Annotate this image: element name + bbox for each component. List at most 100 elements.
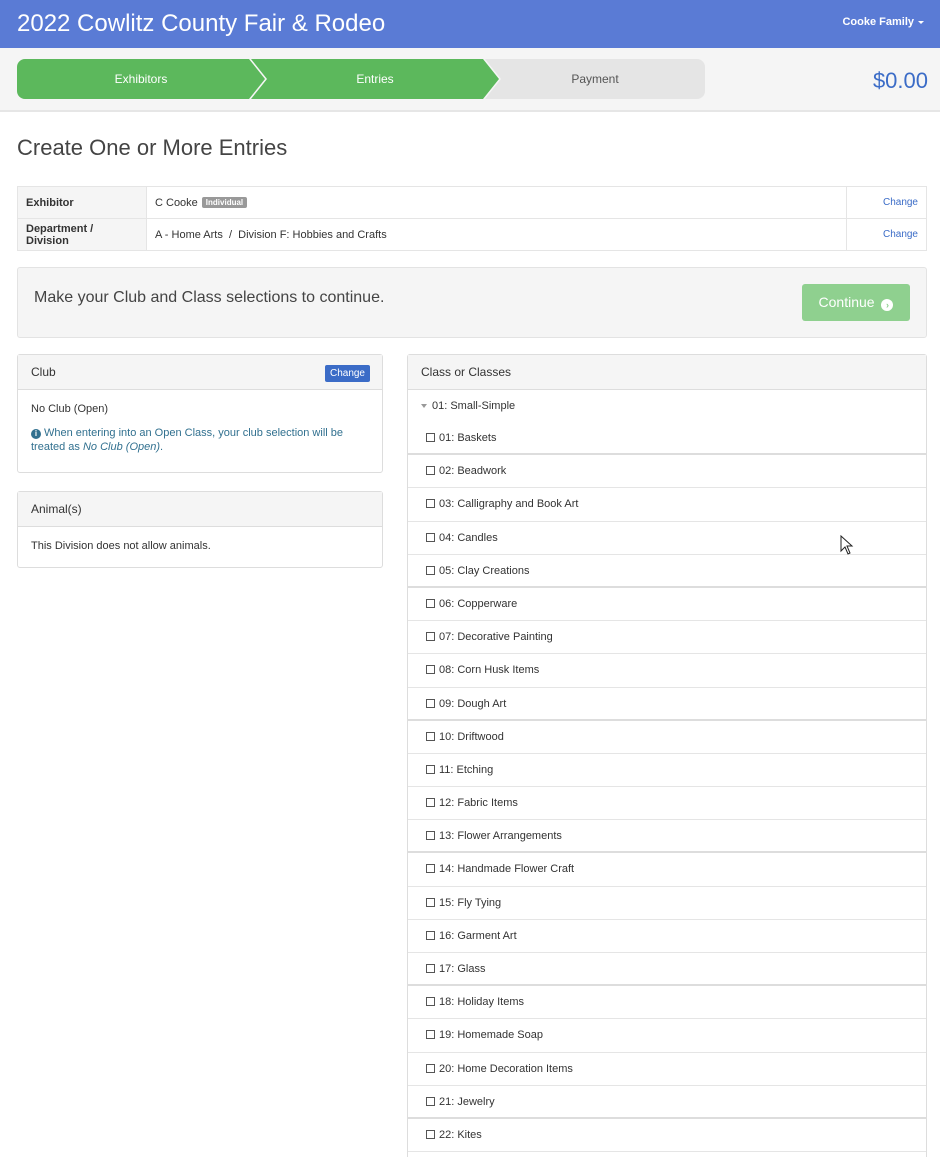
divider: [0, 110, 940, 112]
class-item-label: 02: Beadwork: [439, 465, 507, 478]
user-menu[interactable]: Cooke Family: [842, 16, 924, 28]
class-checkbox[interactable]: [426, 897, 435, 907]
exhibitor-value: C Cooke Individual: [146, 186, 847, 219]
class-item-label: 14: Handmade Flower Craft: [439, 863, 575, 876]
selection-notice: Make your Club and Class selections to c…: [17, 267, 927, 338]
class-item-label: 13: Flower Arrangements: [439, 830, 562, 843]
class-checkbox[interactable]: [426, 831, 435, 841]
class-checkbox[interactable]: [426, 1096, 435, 1106]
class-checkbox[interactable]: [426, 532, 435, 542]
class-item[interactable]: 18: Holiday Items: [408, 986, 926, 1020]
class-item[interactable]: 01: Baskets: [408, 422, 926, 456]
class-item-label: 03: Calligraphy and Book Art: [439, 498, 579, 511]
page-title: Create One or More Entries: [17, 135, 288, 160]
class-item[interactable]: 08: Corn Husk Items: [408, 654, 926, 688]
class-item[interactable]: 17: Glass: [408, 953, 926, 987]
class-checkbox[interactable]: [426, 764, 435, 774]
class-checkbox[interactable]: [426, 433, 435, 442]
club-value: No Club (Open): [31, 403, 109, 415]
club-note-text: When entering into an Open Class, your c…: [31, 427, 343, 453]
class-checkbox[interactable]: [426, 565, 435, 575]
classes-panel-header: Class or Classes: [408, 355, 926, 390]
class-item[interactable]: 09: Dough Art: [408, 688, 926, 721]
class-list: 01: Baskets 02: Beadwork 03: Calligraphy a…: [408, 422, 926, 1153]
class-checkbox[interactable]: [426, 466, 435, 476]
class-checkbox[interactable]: [426, 731, 435, 741]
club-note-end: .: [160, 441, 164, 453]
class-checkbox[interactable]: [426, 864, 435, 874]
class-item-label: 16: Garment Art: [439, 929, 517, 942]
class-checkbox[interactable]: [426, 964, 435, 973]
class-checkbox[interactable]: [426, 798, 435, 808]
cart-total[interactable]: $0.00: [873, 68, 928, 94]
class-item[interactable]: 22: Kites: [408, 1119, 926, 1153]
continue-label: Continue: [818, 294, 875, 310]
class-item[interactable]: 20: Home Decoration Items: [408, 1053, 926, 1086]
top-navbar: 2022 Cowlitz County Fair & Rodeo Cooke F…: [0, 0, 940, 48]
class-item-label: 12: Fabric Items: [439, 797, 518, 810]
user-menu-label: Cooke Family: [842, 16, 914, 28]
department-row: Department / Division A - Home Arts / Di…: [17, 218, 927, 251]
class-checkbox[interactable]: [426, 1030, 435, 1040]
step-exhibitors[interactable]: Exhibitors: [17, 59, 265, 99]
class-item[interactable]: 21: Jewelry: [408, 1086, 926, 1119]
exhibitor-type-badge: Individual: [201, 196, 248, 208]
notice-message: Make your Club and Class selections to c…: [34, 289, 385, 306]
class-checkbox[interactable]: [426, 1063, 435, 1073]
change-club-button[interactable]: Change: [324, 365, 370, 382]
app-title[interactable]: 2022 Cowlitz County Fair & Rodeo: [17, 10, 385, 38]
class-item[interactable]: 14: Handmade Flower Craft: [408, 853, 926, 887]
class-item-label: 20: Home Decoration Items: [439, 1062, 573, 1075]
classes-panel-title: Class or Classes: [421, 365, 512, 379]
class-item-label: 09: Dough Art: [439, 697, 507, 710]
class-item-label: 18: Holiday Items: [439, 996, 524, 1009]
change-department-link[interactable]: Change: [846, 218, 927, 251]
class-item[interactable]: 10: Driftwood: [408, 721, 926, 754]
club-panel: Club Change No Club (Open) i When enterin…: [17, 354, 383, 473]
step-payment[interactable]: Payment: [485, 59, 705, 99]
caret-down-icon: [421, 404, 427, 409]
class-item[interactable]: 19: Homemade Soap: [408, 1019, 926, 1053]
animals-panel-header: Animal(s): [18, 492, 382, 527]
class-item-label: 22: Kites: [439, 1128, 482, 1141]
class-item-label: 04: Candles: [439, 531, 498, 544]
class-group-label: 01: Small-Simple: [432, 400, 516, 412]
class-item[interactable]: 07: Decorative Painting: [408, 621, 926, 655]
exhibitor-label: Exhibitor: [17, 186, 147, 219]
class-item-label: 08: Corn Husk Items: [439, 664, 540, 677]
class-item[interactable]: 05: Clay Creations: [408, 555, 926, 588]
class-item[interactable]: 13: Flower Arrangements: [408, 820, 926, 854]
class-item[interactable]: 02: Beadwork: [408, 455, 926, 489]
class-item-label: 01: Baskets: [439, 432, 497, 444]
class-item[interactable]: 03: Calligraphy and Book Art: [408, 488, 926, 522]
class-item[interactable]: 12: Fabric Items: [408, 787, 926, 821]
animals-message: This Division does not allow animals.: [31, 540, 211, 552]
class-checkbox[interactable]: [426, 598, 435, 608]
class-item-label: 07: Decorative Painting: [439, 631, 553, 644]
class-item[interactable]: 15: Fly Tying: [408, 887, 926, 920]
class-item[interactable]: 16: Garment Art: [408, 920, 926, 953]
class-item[interactable]: 06: Copperware: [408, 588, 926, 622]
class-item-label: 15: Fly Tying: [439, 896, 502, 909]
progress-steps-bar: Exhibitors Entries Payment $0.00: [0, 48, 940, 112]
class-item[interactable]: 11: Etching: [408, 754, 926, 788]
caret-down-icon: [918, 20, 924, 24]
arrow-circle-right-icon: ›: [881, 299, 894, 311]
continue-button[interactable]: Continue ›: [802, 284, 910, 321]
classes-panel: Class or Classes 01: Small-Simple 01: Ba…: [407, 354, 927, 1157]
class-checkbox[interactable]: [426, 997, 435, 1007]
class-item-label: 10: Driftwood: [439, 730, 504, 743]
class-group-toggle[interactable]: 01: Small-Simple: [408, 390, 926, 422]
class-checkbox[interactable]: [426, 665, 435, 675]
class-item-label: 06: Copperware: [439, 597, 518, 610]
change-exhibitor-link[interactable]: Change: [846, 186, 927, 219]
class-checkbox[interactable]: [426, 698, 435, 708]
class-checkbox[interactable]: [426, 930, 435, 940]
class-checkbox[interactable]: [426, 632, 435, 642]
class-checkbox[interactable]: [426, 499, 435, 509]
club-note-emphasis: No Club (Open): [82, 441, 161, 453]
step-entries[interactable]: Entries: [251, 59, 499, 99]
club-panel-title: Club: [31, 365, 56, 379]
class-checkbox[interactable]: [426, 1129, 435, 1139]
animals-panel: Animal(s) This Division does not allow a…: [17, 491, 383, 568]
